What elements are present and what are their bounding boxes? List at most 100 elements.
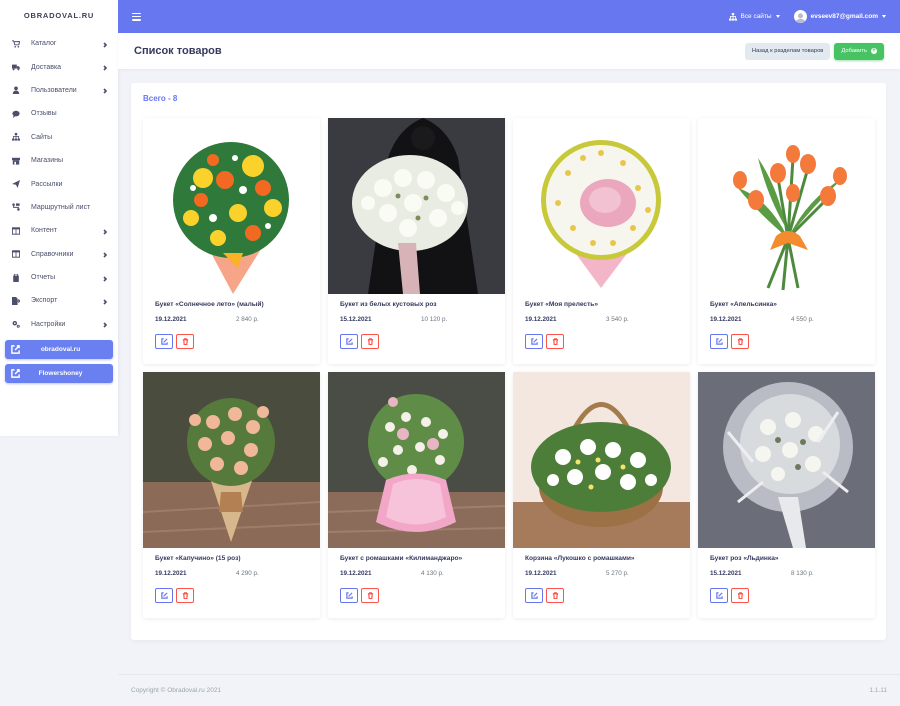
trash-icon	[182, 592, 188, 599]
chevron-right-icon	[102, 275, 108, 282]
comment-icon	[11, 109, 21, 119]
sidebar-menu: Каталог Доставка Пользователи Отзывы Сай…	[0, 30, 118, 336]
edit-button[interactable]	[340, 334, 358, 349]
sites-dropdown[interactable]: Все сайты	[729, 12, 780, 21]
product-price: 3 540 р.	[606, 316, 629, 323]
sidebar-item-delivery[interactable]: Доставка	[0, 55, 118, 78]
chevron-right-icon	[102, 321, 108, 328]
product-image[interactable]	[698, 118, 875, 294]
chevron-right-icon	[102, 64, 108, 71]
delete-button[interactable]	[546, 334, 564, 349]
product-card[interactable]: Букет «Моя прелесть» 19.12.2021 3 540 р.	[513, 118, 690, 364]
product-image[interactable]	[698, 372, 875, 548]
sidebar-item-label: Отчеты	[31, 274, 56, 282]
site-link-flowershoney[interactable]: Flowershoney	[5, 364, 113, 383]
product-card[interactable]: Букет с ромашками «Килиманджаро» 19.12.2…	[328, 372, 505, 618]
product-date: 19.12.2021	[155, 316, 187, 323]
sidebar-item-content[interactable]: Контент	[0, 219, 118, 242]
brand-logo[interactable]: OBRADOVAL.RU	[0, 0, 118, 30]
edit-icon	[345, 592, 353, 599]
back-to-sections-button[interactable]: Назад к разделам товаров	[744, 42, 831, 60]
hamburger-menu-icon[interactable]	[132, 12, 141, 21]
sidebar-item-label: Магазины	[31, 157, 64, 165]
sidebar-item-label: Пользователи	[31, 86, 77, 94]
edit-icon	[345, 338, 353, 345]
delete-button[interactable]	[176, 588, 194, 603]
product-card[interactable]: Букет роз «Льдинка» 15.12.2021 8 130 р.	[698, 372, 875, 618]
delete-button[interactable]	[176, 334, 194, 349]
chevron-right-icon	[102, 41, 108, 48]
sidebar-item-label: Сайты	[31, 133, 53, 141]
product-image[interactable]	[513, 118, 690, 294]
edit-icon	[715, 592, 723, 599]
product-date: 15.12.2021	[340, 316, 372, 323]
product-date: 19.12.2021	[155, 570, 187, 577]
sitemap-icon	[11, 132, 21, 142]
copyright-text: Copyright © Obradoval.ru 2021	[131, 687, 222, 694]
product-card[interactable]: Букет из белых кустовых роз 15.12.2021 1…	[328, 118, 505, 364]
product-card[interactable]: Букет «Солнечное лето» (малый) 19.12.202…	[143, 118, 320, 364]
edit-button[interactable]	[710, 588, 728, 603]
sidebar-item-catalog[interactable]: Каталог	[0, 32, 118, 55]
sidebar-item-reports[interactable]: Отчеты	[0, 266, 118, 289]
product-image[interactable]	[513, 372, 690, 548]
delete-button[interactable]	[361, 588, 379, 603]
edit-button[interactable]	[525, 588, 543, 603]
sidebar-item-sites[interactable]: Сайты	[0, 126, 118, 149]
product-date: 19.12.2021	[340, 570, 372, 577]
product-card[interactable]: Букет «Капучино» (15 роз) 19.12.2021 4 2…	[143, 372, 320, 618]
product-actions	[340, 334, 382, 349]
total-count: Всего - 8	[143, 94, 178, 103]
user-dropdown[interactable]: evseev87@gmail.com	[793, 10, 886, 23]
cart-icon	[11, 39, 21, 49]
product-image[interactable]	[143, 372, 320, 548]
chevron-right-icon	[102, 251, 108, 258]
page-header: Список товаров Назад к разделам товаров …	[118, 33, 900, 69]
edit-icon	[530, 338, 538, 345]
sidebar-item-reviews[interactable]: Отзывы	[0, 102, 118, 125]
edit-button[interactable]	[155, 588, 173, 603]
sites-dropdown-label: Все сайты	[740, 13, 772, 20]
product-card[interactable]: Корзина «Лукошко с ромашками» 19.12.2021…	[513, 372, 690, 618]
sidebar-item-references[interactable]: Справочники	[0, 243, 118, 266]
sidebar-item-mailings[interactable]: Рассылки	[0, 172, 118, 195]
sidebar-item-settings[interactable]: Настройки	[0, 313, 118, 336]
product-name: Букет «Капучино» (15 роз)	[155, 555, 241, 562]
product-image[interactable]	[328, 372, 505, 548]
route-icon	[11, 202, 21, 212]
edit-button[interactable]	[340, 588, 358, 603]
product-price: 8 130 р.	[791, 570, 814, 577]
caret-down-icon	[882, 15, 886, 18]
edit-button[interactable]	[155, 334, 173, 349]
sidebar-item-route-sheet[interactable]: Маршрутный лист	[0, 196, 118, 219]
delete-button[interactable]	[731, 334, 749, 349]
product-actions	[710, 588, 752, 603]
add-button-label: Добавить	[841, 48, 867, 54]
sidebar-item-label: Экспорт	[31, 297, 58, 305]
sidebar-item-users[interactable]: Пользователи	[0, 79, 118, 102]
sidebar-item-export[interactable]: Экспорт	[0, 289, 118, 312]
product-date: 19.12.2021	[525, 570, 557, 577]
user-email: evseev87@gmail.com	[810, 13, 878, 20]
export-icon	[11, 296, 21, 306]
sidebar-item-stores[interactable]: Магазины	[0, 149, 118, 172]
site-link-label: Flowershoney	[38, 370, 83, 377]
site-link-obradoval[interactable]: obradoval.ru	[5, 340, 113, 359]
product-price: 5 270 р.	[606, 570, 629, 577]
product-image[interactable]	[143, 118, 320, 294]
add-product-button[interactable]: Добавить +	[834, 42, 884, 60]
delete-button[interactable]	[361, 334, 379, 349]
edit-button[interactable]	[710, 334, 728, 349]
product-image[interactable]	[328, 118, 505, 294]
product-price: 4 290 р.	[236, 570, 259, 577]
trash-icon	[367, 592, 373, 599]
delete-button[interactable]	[546, 588, 564, 603]
product-card[interactable]: Букет «Апельсинка» 19.12.2021 4 550 р.	[698, 118, 875, 364]
product-price: 2 840 р.	[236, 316, 259, 323]
product-actions	[155, 334, 197, 349]
trash-icon	[552, 338, 558, 345]
product-name: Букет из белых кустовых роз	[340, 301, 437, 308]
delete-button[interactable]	[731, 588, 749, 603]
product-price: 4 550 р.	[791, 316, 814, 323]
edit-button[interactable]	[525, 334, 543, 349]
